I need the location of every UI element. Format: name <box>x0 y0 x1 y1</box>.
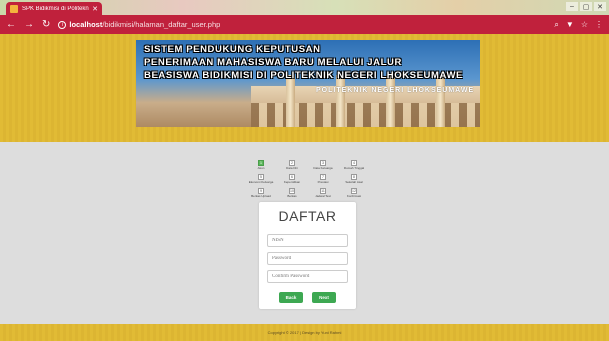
step-label: Ekonomi Keluarga <box>248 180 274 184</box>
banner-sign: POLITEKNIK NEGERI LHOKSEUMAWE <box>316 87 475 94</box>
favicon-icon <box>10 4 18 13</box>
step-item: 11 Jadwal Test <box>308 188 338 199</box>
banner-title-line-2: PENERIMAAN MAHASISWA BARU MELALUI JALUR <box>144 57 402 68</box>
url-host: localhost <box>69 20 103 29</box>
browser-tab-strip: SPK Bidikmisi di Politekn ✕ – ▢ ✕ <box>0 0 609 15</box>
step-item: 2 Data Diri <box>277 160 307 171</box>
back-button[interactable]: Back <box>279 292 303 303</box>
step-label: Rumah Tinggal <box>343 166 365 170</box>
window-controls: – ▢ ✕ <box>566 2 606 11</box>
reload-icon[interactable]: ↻ <box>42 19 50 30</box>
step-item: 10 Berkas <box>277 188 307 199</box>
forward-arrow-icon[interactable]: → <box>24 19 34 30</box>
password-input[interactable] <box>267 252 348 265</box>
url-path: /bidikmisi/halaman_daftar_user.php <box>102 20 221 29</box>
nisn-input[interactable] <box>267 234 348 247</box>
step-label: Akun <box>257 166 265 170</box>
banner-title-line-3: BEASISWA BIDIKMISI DI POLITEKNIK NEGERI … <box>144 70 463 81</box>
info-icon[interactable]: i <box>58 20 67 29</box>
step-item: 3 Data Keluarga <box>308 160 338 171</box>
step-item: 7 Prestasi <box>308 174 338 185</box>
form-title: DAFTAR <box>278 208 337 224</box>
tab-title: SPK Bidikmisi di Politekn <box>22 5 89 12</box>
confirm-password-input[interactable] <box>267 270 348 283</box>
maximize-icon[interactable]: ▢ <box>580 2 592 11</box>
close-icon[interactable]: ✕ <box>92 5 98 13</box>
banner-image: SISTEM PENDUKUNG KEPUTUSAN PENERIMAAN MA… <box>136 40 480 127</box>
step-label: Data Diri <box>286 166 298 170</box>
browser-tab[interactable]: SPK Bidikmisi di Politekn ✕ <box>6 2 102 15</box>
footer: Copyright © 2017 | Design by Yuni Rahmi <box>0 324 609 341</box>
page-content: SISTEM PENDUKUNG KEPUTUSAN PENERIMAAN MA… <box>0 34 609 341</box>
step-item: 12 Konfirmasi <box>339 188 369 199</box>
header-band: SISTEM PENDUKUNG KEPUTUSAN PENERIMAAN MA… <box>0 34 609 142</box>
step-item: 9 Berkas Upload <box>246 188 276 199</box>
step-label: Konfirmasi <box>346 194 362 198</box>
step-item: 6 Kepemilikan <box>277 174 307 185</box>
step-label: Kepemilikan <box>283 180 301 184</box>
zoom-icon[interactable]: ⌕ <box>554 20 558 30</box>
step-label: Berkas <box>287 194 297 198</box>
next-button[interactable]: Next <box>312 292 336 303</box>
back-arrow-icon[interactable]: ← <box>6 19 16 30</box>
url-field[interactable]: i localhost /bidikmisi/halaman_daftar_us… <box>58 20 554 29</box>
bookmark-star-icon[interactable]: ☆ <box>581 20 588 30</box>
step-item: 5 Ekonomi Keluarga <box>246 174 276 185</box>
step-label: Jadwal Test <box>315 194 331 198</box>
step-item: 8 Sekolah Asal <box>339 174 369 185</box>
register-card: DAFTAR Back Next <box>259 202 356 309</box>
step-label: Prestasi <box>317 180 329 184</box>
step-label: Data Keluarga <box>313 166 333 170</box>
menu-icon[interactable]: ⋮ <box>595 20 603 30</box>
banner-title-line-1: SISTEM PENDUKUNG KEPUTUSAN <box>144 44 321 55</box>
window-close-icon[interactable]: ✕ <box>594 2 606 11</box>
address-bar: ← → ↻ i localhost /bidikmisi/halaman_daf… <box>0 15 609 34</box>
copyright-text: Copyright © 2017 | Design by Yuni Rahmi <box>267 330 342 335</box>
filter-icon[interactable]: ▼ <box>566 20 574 30</box>
step-item: 1 Akun <box>246 160 276 171</box>
step-item: 4 Rumah Tinggal <box>339 160 369 171</box>
step-label: Berkas Upload <box>251 194 271 198</box>
minimize-icon[interactable]: – <box>566 2 578 11</box>
step-label: Sekolah Asal <box>345 180 363 184</box>
